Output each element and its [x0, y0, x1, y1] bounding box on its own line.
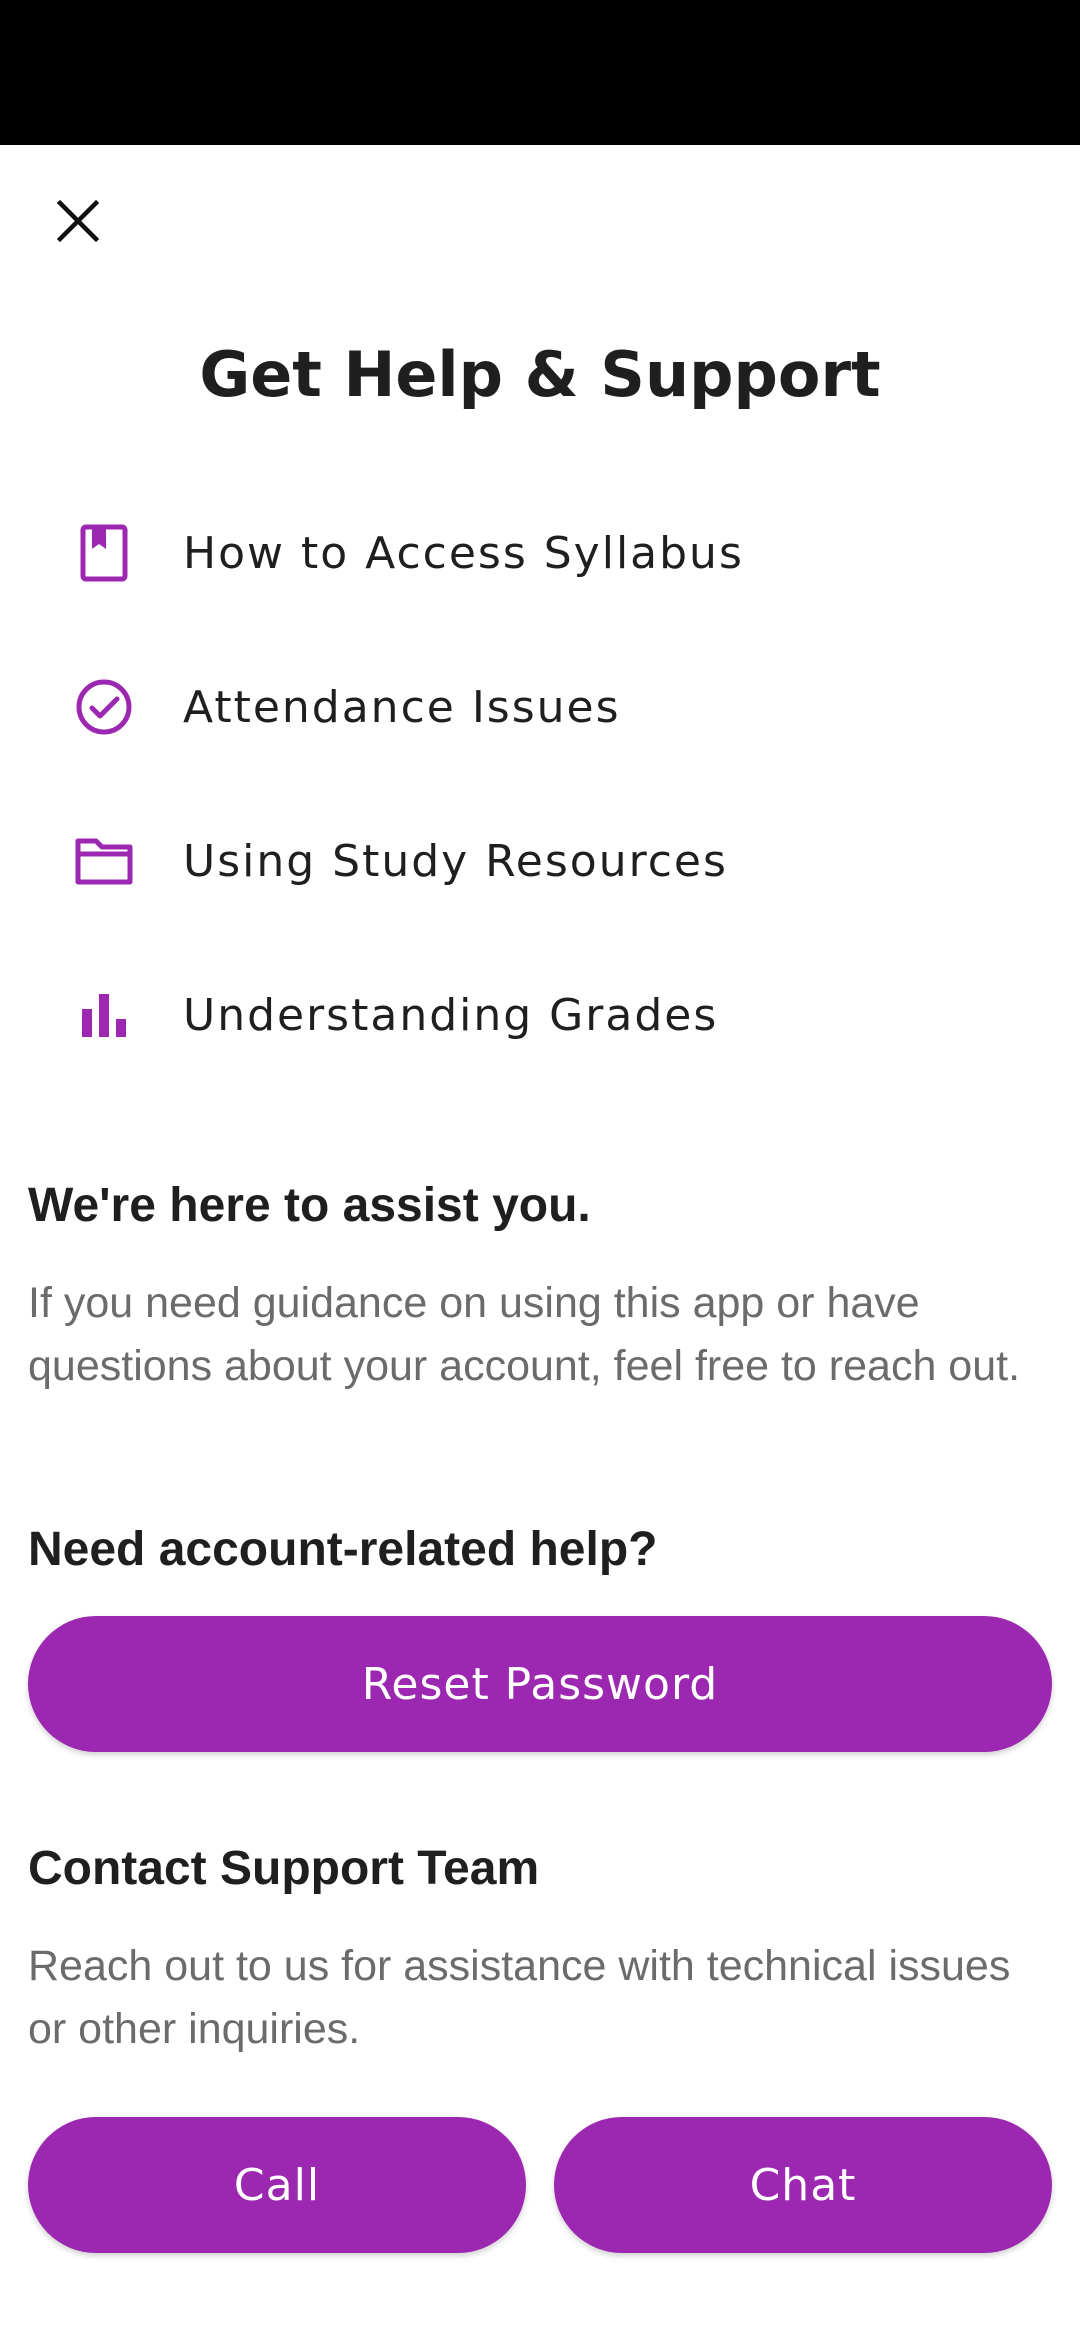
check-circle-icon	[72, 675, 136, 739]
help-item-label: Using Study Resources	[183, 835, 728, 887]
reset-password-button[interactable]: Reset Password	[28, 1616, 1052, 1752]
contact-heading: Contact Support Team	[28, 1842, 540, 1895]
call-button[interactable]: Call	[28, 2117, 526, 2253]
contact-body: Reach out to us for assistance with tech…	[28, 1942, 1011, 2053]
account-heading: Need account-related help?	[28, 1523, 658, 1576]
page-title: Get Help & Support	[199, 338, 881, 411]
assist-heading: We're here to assist you.	[28, 1179, 591, 1232]
folder-icon	[72, 829, 136, 893]
call-label: Call	[233, 2159, 321, 2211]
chat-label: Chat	[749, 2159, 857, 2211]
chat-button[interactable]: Chat	[554, 2117, 1052, 2253]
reset-password-label: Reset Password	[361, 1658, 719, 1710]
help-item-syllabus[interactable]: How to Access Syllabus	[0, 488, 1080, 618]
close-button[interactable]	[42, 187, 114, 259]
help-item-grades[interactable]: Understanding Grades	[0, 950, 1080, 1080]
status-bar	[0, 0, 1080, 145]
close-icon	[56, 199, 100, 248]
help-item-label: Understanding Grades	[183, 989, 719, 1041]
help-item-label: How to Access Syllabus	[183, 527, 744, 579]
help-item-label: Attendance Issues	[183, 681, 621, 733]
bookmark-book-icon	[72, 521, 136, 585]
bar-chart-icon	[72, 983, 136, 1047]
help-item-attendance[interactable]: Attendance Issues	[0, 642, 1080, 772]
help-item-resources[interactable]: Using Study Resources	[0, 796, 1080, 926]
assist-body: If you need guidance on using this app o…	[28, 1279, 1021, 1390]
